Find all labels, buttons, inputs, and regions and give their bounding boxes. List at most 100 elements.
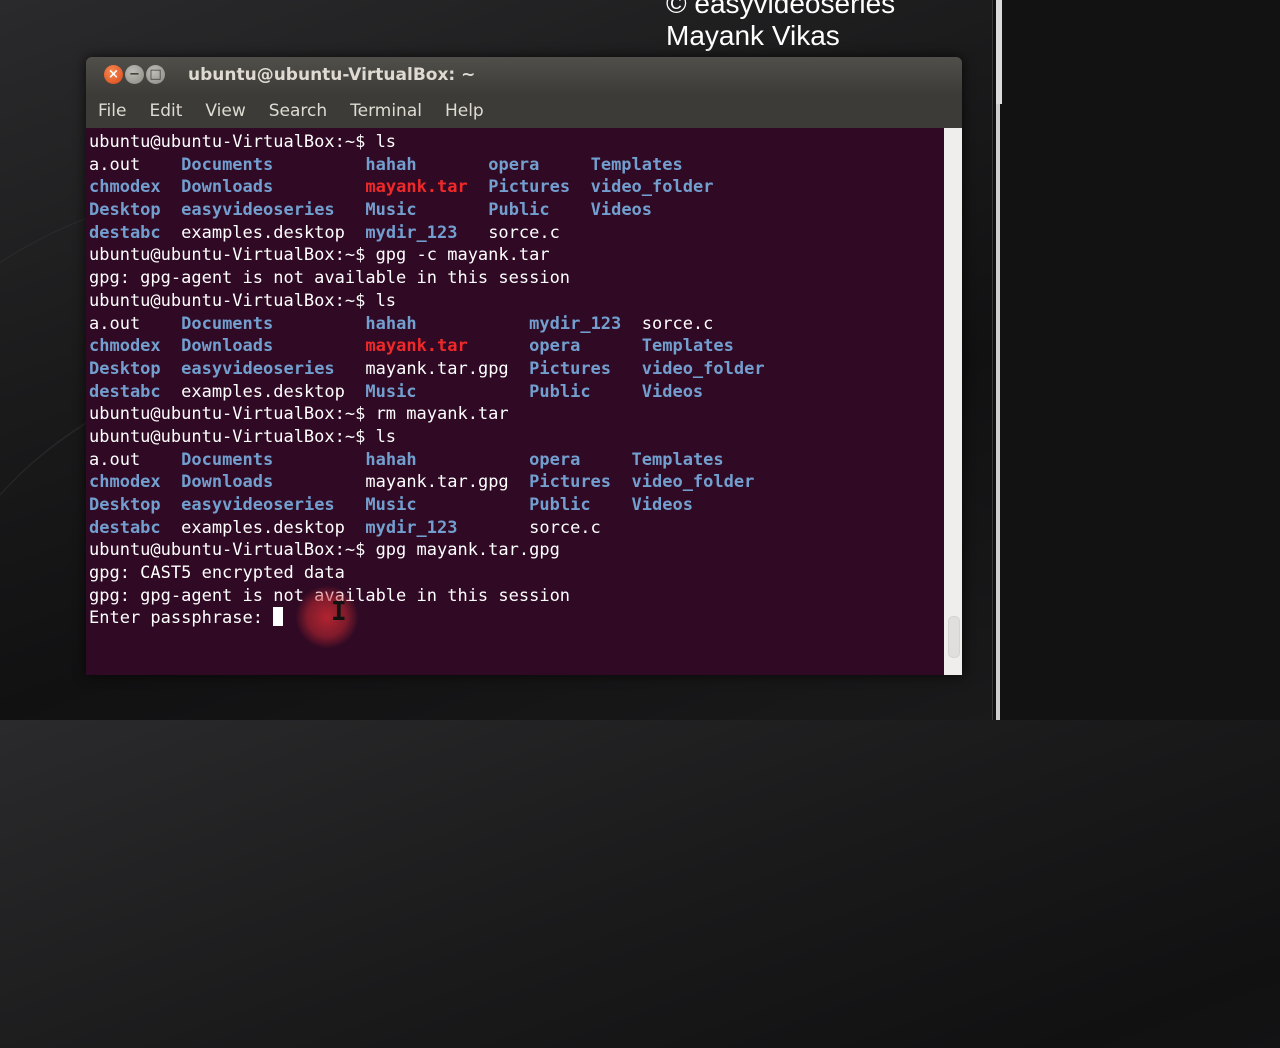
- terminal-line: destabc examples.desktop mydir_123 sorce…: [89, 222, 765, 245]
- terminal-line: chmodex Downloads mayank.tar opera Templ…: [89, 335, 765, 358]
- directory-name: easyvideoseries: [181, 495, 335, 515]
- terminal-line: gpg: gpg-agent is not available in this …: [89, 267, 765, 290]
- menu-edit[interactable]: Edit: [149, 95, 182, 128]
- directory-name: hahah: [365, 313, 417, 334]
- terminal-text: sorce.c: [457, 222, 560, 243]
- terminal-text: ubuntu@ubuntu-VirtualBox:~$ rm mayank.ta…: [89, 404, 509, 425]
- directory-name: mydir_123: [365, 222, 458, 243]
- terminal-window: × − □ ubuntu@ubuntu-VirtualBox: ~ File E…: [86, 57, 962, 675]
- terminal-text: ubuntu@ubuntu-VirtualBox:~$ gpg mayank.t…: [89, 540, 560, 561]
- terminal-output[interactable]: ubuntu@ubuntu-VirtualBox:~$ ls a.out Docu…: [86, 128, 944, 675]
- directory-name: Templates: [641, 336, 734, 357]
- directory-name: Templates: [590, 154, 683, 175]
- background-window: [992, 0, 1280, 720]
- terminal-line: destabc examples.desktop Music Public Vi…: [89, 381, 765, 404]
- directory-name: Public: [529, 381, 591, 402]
- terminal-text: examples.desktop: [160, 517, 366, 538]
- watermark: © easyvideoseries Mayank Vikas: [666, 0, 895, 52]
- maximize-button[interactable]: □: [146, 65, 165, 84]
- directory-name: Downloads: [181, 472, 274, 493]
- close-button[interactable]: ×: [104, 65, 123, 84]
- terminal-line: ubuntu@ubuntu-VirtualBox:~$ ls: [89, 290, 765, 313]
- terminal-line: Enter passphrase:: [89, 607, 765, 630]
- directory-name: opera: [529, 336, 581, 357]
- terminal-line: ubuntu@ubuntu-VirtualBox:~$ gpg mayank.t…: [89, 539, 765, 562]
- terminal-text: examples.desktop: [160, 222, 366, 243]
- menu-search[interactable]: Search: [269, 95, 327, 128]
- archive-file-name: mayank.tar: [365, 177, 468, 198]
- directory-name: hahah: [365, 449, 417, 470]
- directory-name: Downloads: [181, 336, 274, 357]
- directory-name: Music: [365, 495, 417, 515]
- directory-name: Videos: [631, 495, 693, 515]
- directory-name: destabc: [89, 381, 161, 402]
- terminal-line: a.out Documents hahah mydir_123 sorce.c: [89, 313, 765, 336]
- terminal-text: ubuntu@ubuntu-VirtualBox:~$ gpg -c mayan…: [89, 245, 550, 266]
- scrollbar[interactable]: [944, 128, 962, 675]
- menu-terminal[interactable]: Terminal: [350, 95, 422, 128]
- directory-name: destabc: [89, 222, 161, 243]
- terminal-line: a.out Documents hahah opera Templates: [89, 449, 765, 472]
- background-window-edge: [996, 0, 1002, 104]
- directory-name: video_folder: [631, 472, 755, 493]
- directory-name: Videos: [590, 200, 653, 221]
- directory-name: Music: [365, 381, 417, 402]
- scrollbar-thumb[interactable]: [948, 616, 960, 658]
- menu-view[interactable]: View: [205, 95, 245, 128]
- terminal-line: ubuntu@ubuntu-VirtualBox:~$ gpg -c mayan…: [89, 244, 765, 267]
- directory-name: chmodex: [89, 472, 161, 493]
- directory-name: video_folder: [590, 177, 714, 198]
- directory-name: easyvideoseries: [181, 358, 335, 379]
- directory-name: opera: [488, 154, 540, 175]
- terminal-cursor: [273, 607, 284, 627]
- terminal-text: Enter passphrase:: [89, 608, 274, 629]
- watermark-author: Mayank Vikas: [666, 20, 840, 51]
- terminal-text: sorce.c: [621, 313, 714, 334]
- directory-name: Desktop: [89, 200, 161, 221]
- directory-name: Public: [488, 200, 550, 221]
- terminal-text: examples.desktop: [160, 381, 366, 402]
- directory-name: Desktop: [89, 495, 161, 515]
- terminal-text: gpg: gpg-agent is not available in this …: [89, 268, 571, 289]
- title-bar[interactable]: × − □ ubuntu@ubuntu-VirtualBox: ~: [86, 57, 962, 95]
- directory-name: hahah: [365, 154, 417, 175]
- minimize-button[interactable]: −: [125, 65, 144, 84]
- background-window-edge: [996, 104, 1000, 720]
- directory-name: mydir_123: [529, 313, 622, 334]
- terminal-text: ubuntu@ubuntu-VirtualBox:~$ ls: [89, 132, 397, 152]
- directory-name: Videos: [641, 381, 704, 402]
- terminal-line: chmodex Downloads mayank.tar.gpg Picture…: [89, 471, 765, 494]
- directory-name: destabc: [89, 517, 161, 538]
- click-highlight: [296, 586, 358, 648]
- window-title: ubuntu@ubuntu-VirtualBox: ~: [188, 65, 476, 85]
- terminal-line: Desktop easyvideoseries Music Public Vid…: [89, 494, 765, 517]
- terminal-lines: ubuntu@ubuntu-VirtualBox:~$ ls a.out Docu…: [89, 131, 765, 630]
- terminal-text: a.out: [89, 449, 182, 470]
- directory-name: chmodex: [89, 177, 161, 198]
- terminal-text: sorce.c: [457, 517, 601, 538]
- terminal-text: a.out: [89, 313, 182, 334]
- directory-name: Pictures: [529, 472, 612, 493]
- menu-file[interactable]: File: [98, 95, 126, 128]
- menu-help[interactable]: Help: [445, 95, 484, 128]
- terminal-line: ubuntu@ubuntu-VirtualBox:~$ ls: [89, 426, 765, 449]
